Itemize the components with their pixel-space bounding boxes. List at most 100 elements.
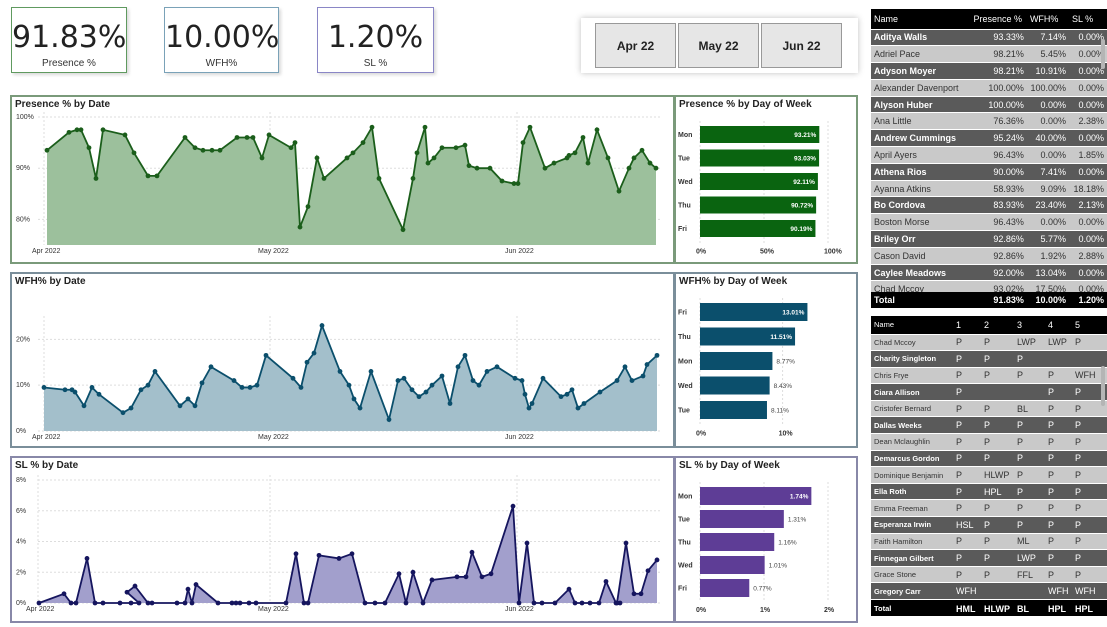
matrix-row[interactable]: Faith Hamilton P P ML P P: [871, 533, 1107, 551]
data-point: [409, 387, 415, 393]
table-row[interactable]: Caylee Meadows 92.00% 13.04% 0.00%: [871, 264, 1107, 282]
value-cell: 2.88%: [1069, 247, 1107, 265]
employee-name-cell: Boston Morse: [871, 213, 971, 232]
matrix-row[interactable]: Ciara Allison P P P: [871, 383, 1107, 401]
table-row[interactable]: Boston Morse 96.43% 0.00% 0.00%: [871, 213, 1107, 232]
table-row[interactable]: Alyson Huber 100.00% 0.00% 0.00%: [871, 96, 1107, 114]
value-cell: 13.04%: [1026, 264, 1069, 282]
matrix-total-3: BL: [1014, 599, 1045, 616]
kpi-presence: 91.83% Presence %: [11, 7, 127, 73]
wfh-dow-chart: 0% 10% Fri 13.01% Thu 11.51% Mon 8.77% Wed 8.43% T…: [678, 298, 808, 438]
matrix-row[interactable]: Gregory Carr WFH WFH WFH: [871, 582, 1107, 600]
matrix-row[interactable]: Cristofer Bernard P P BL P P: [871, 400, 1107, 418]
status-cell: P: [953, 549, 981, 567]
matrix-scrollbar[interactable]: [1101, 366, 1105, 406]
table-row[interactable]: Athena Rios 90.00% 7.41% 0.00%: [871, 163, 1107, 181]
data-point: [100, 600, 106, 606]
status-cell: P: [953, 334, 981, 352]
data-point: [237, 600, 243, 606]
table-row[interactable]: Ana Little 76.36% 0.00% 2.38%: [871, 112, 1107, 131]
table-row[interactable]: Adyson Moyer 98.21% 10.91% 0.00%: [871, 62, 1107, 80]
matrix-row[interactable]: Grace Stone P P FFL P P: [871, 566, 1107, 584]
table-row[interactable]: April Ayers 96.43% 0.00% 1.85%: [871, 146, 1107, 164]
series-area: [44, 325, 657, 431]
data-point: [298, 385, 304, 390]
matrix-row[interactable]: Dominique Benjamin P HLWP P P P: [871, 466, 1107, 484]
data-point: [386, 417, 392, 422]
data-point: [149, 600, 155, 606]
table-row[interactable]: Adriel Pace 98.21% 5.45% 0.00%: [871, 45, 1107, 64]
month-button-jun[interactable]: Jun 22: [761, 23, 842, 68]
y-tick-label: 20%: [16, 336, 30, 343]
table-row[interactable]: Andrew Cummings 95.24% 40.00% 0.00%: [871, 129, 1107, 148]
status-cell: P: [1014, 450, 1045, 468]
category-label: Mon: [678, 494, 692, 501]
status-cell: P: [1045, 367, 1072, 385]
data-label: 0.77%: [753, 586, 772, 593]
matrix-row[interactable]: Charity Singleton P P P: [871, 350, 1107, 368]
table-scrollbar[interactable]: [1101, 39, 1105, 69]
data-point: [644, 362, 650, 367]
matrix-row[interactable]: Emma Freeman P P P P P: [871, 499, 1107, 518]
status-cell: P: [1014, 516, 1045, 534]
matrix-row[interactable]: Dean Mclaughlin P P P P P: [871, 433, 1107, 451]
matrix-row[interactable]: Ella Roth P HPL P P P: [871, 483, 1107, 501]
matrix-row[interactable]: Demarcus Gordon P P P P P: [871, 450, 1107, 468]
value-cell: 100.00%: [970, 79, 1027, 97]
series-area: [47, 127, 656, 245]
status-cell: P: [953, 350, 981, 368]
value-cell: 92.86%: [970, 247, 1027, 265]
month-button-apr[interactable]: Apr 22: [595, 23, 676, 68]
matrix-row[interactable]: Esperanza Irwin HSL P P P P: [871, 516, 1107, 534]
table-row[interactable]: Briley Orr 92.86% 5.77% 0.00%: [871, 230, 1107, 248]
data-point: [117, 600, 123, 606]
status-cell: P: [981, 566, 1014, 584]
status-cell: P: [1072, 334, 1107, 352]
data-point: [566, 153, 572, 158]
table-row[interactable]: Bo Cordova 83.93% 23.40% 2.13%: [871, 196, 1107, 215]
col-header-wfh[interactable]: WFH%: [1026, 9, 1069, 30]
employee-name-cell: Dallas Weeks: [871, 416, 953, 435]
table-row[interactable]: Cason David 92.86% 1.92% 2.88%: [871, 247, 1107, 265]
employee-name-cell: Gregory Carr: [871, 582, 953, 600]
data-point: [92, 600, 98, 606]
data-point: [305, 600, 311, 606]
matrix-header-3[interactable]: 3: [1014, 316, 1045, 335]
status-cell: P: [1045, 483, 1072, 501]
total-wfh: 10.00%: [1026, 292, 1069, 310]
data-point: [463, 574, 469, 580]
bar: [700, 533, 775, 551]
table-row[interactable]: Ayanna Atkins 58.93% 9.09% 18.18%: [871, 180, 1107, 198]
matrix-header-5[interactable]: 5: [1072, 316, 1107, 335]
matrix-row[interactable]: Finnegan Gilbert P P LWP P P: [871, 549, 1107, 567]
month-button-may[interactable]: May 22: [678, 23, 759, 68]
matrix-header-1[interactable]: 1: [953, 316, 981, 335]
table-row[interactable]: Alexander Davenport 100.00% 100.00% 0.00%: [871, 79, 1107, 97]
table-row[interactable]: Aditya Walls 93.33% 7.14% 0.00%: [871, 29, 1107, 47]
col-header-sl[interactable]: SL %: [1069, 9, 1107, 30]
matrix-row[interactable]: Chris Frye P P P P WFH: [871, 367, 1107, 385]
data-point: [44, 147, 50, 153]
data-point: [351, 396, 357, 402]
value-cell: 98.21%: [970, 62, 1027, 80]
status-cell: P: [1045, 450, 1072, 468]
data-point: [215, 600, 221, 606]
data-point: [293, 551, 299, 557]
matrix-row[interactable]: Chad Mccoy P P LWP LWP P: [871, 334, 1107, 352]
matrix-header-4[interactable]: 4: [1045, 316, 1072, 335]
data-point: [564, 391, 570, 397]
matrix-header-2[interactable]: 2: [981, 316, 1014, 335]
status-cell: P: [1014, 367, 1045, 385]
value-cell: 7.41%: [1026, 163, 1069, 181]
matrix-row[interactable]: Dallas Weeks P P P P P: [871, 416, 1107, 435]
data-point: [542, 165, 548, 171]
status-cell: P: [1045, 499, 1072, 518]
category-label: Tue: [678, 517, 690, 524]
matrix-header-name[interactable]: Name: [871, 316, 953, 335]
col-header-presence[interactable]: Presence %: [970, 9, 1027, 30]
value-cell: 0.00%: [1069, 163, 1107, 181]
col-header-name[interactable]: Name: [871, 9, 971, 30]
status-cell: P: [1072, 533, 1107, 551]
category-label: Mon: [678, 359, 692, 366]
employee-name-cell: Andrew Cummings: [871, 129, 971, 148]
